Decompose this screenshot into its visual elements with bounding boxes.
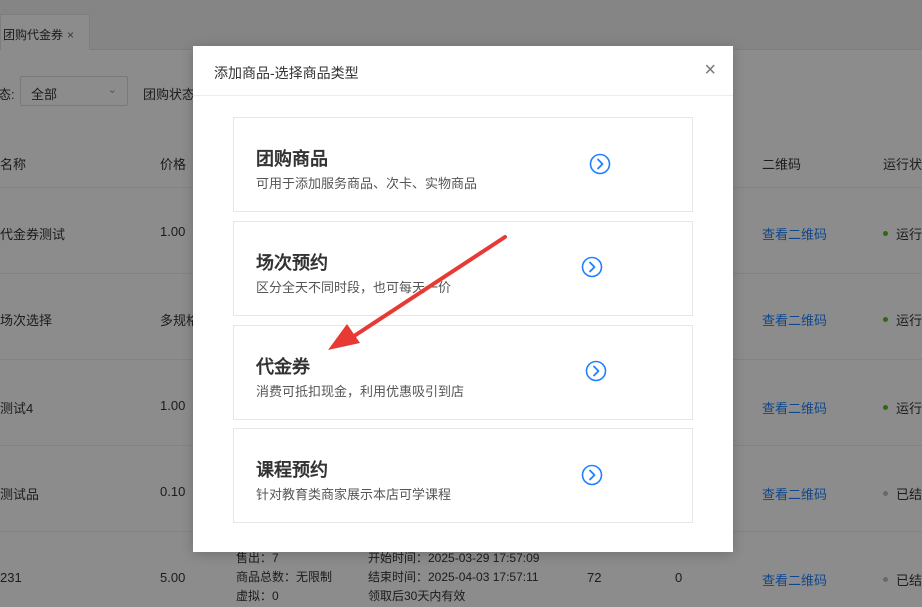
option-title: 课程预约 xyxy=(256,460,328,480)
close-icon[interactable]: × xyxy=(704,60,716,80)
option-title: 代金券 xyxy=(256,357,310,377)
option-desc: 区分全天不同时段，也可每天一价 xyxy=(256,280,452,295)
option-desc: 针对教育类商家展示本店可学课程 xyxy=(256,487,452,502)
option-session-booking[interactable]: 场次预约 区分全天不同时段，也可每天一价 xyxy=(233,221,693,316)
option-desc: 可用于添加服务商品、次卡、实物商品 xyxy=(256,176,478,191)
select-product-type-dialog: 添加商品-选择商品类型 × 团购商品 可用于添加服务商品、次卡、实物商品 场次预… xyxy=(193,46,733,552)
option-desc: 消费可抵扣现金，利用优惠吸引到店 xyxy=(256,384,465,399)
chevron-right-circle-icon xyxy=(581,464,603,486)
option-course-booking[interactable]: 课程预约 针对教育类商家展示本店可学课程 xyxy=(233,428,693,523)
chevron-right-circle-icon xyxy=(585,360,607,382)
chevron-right-circle-icon xyxy=(581,256,603,278)
chevron-right-circle-icon xyxy=(589,153,611,175)
option-voucher[interactable]: 代金券 消费可抵扣现金，利用优惠吸引到店 xyxy=(233,325,693,420)
dialog-header: 添加商品-选择商品类型 × xyxy=(193,46,733,96)
option-title: 团购商品 xyxy=(256,149,328,169)
option-group-buy-product[interactable]: 团购商品 可用于添加服务商品、次卡、实物商品 xyxy=(233,117,693,212)
dialog-title: 添加商品-选择商品类型 xyxy=(214,65,359,81)
option-title: 场次预约 xyxy=(256,253,328,273)
